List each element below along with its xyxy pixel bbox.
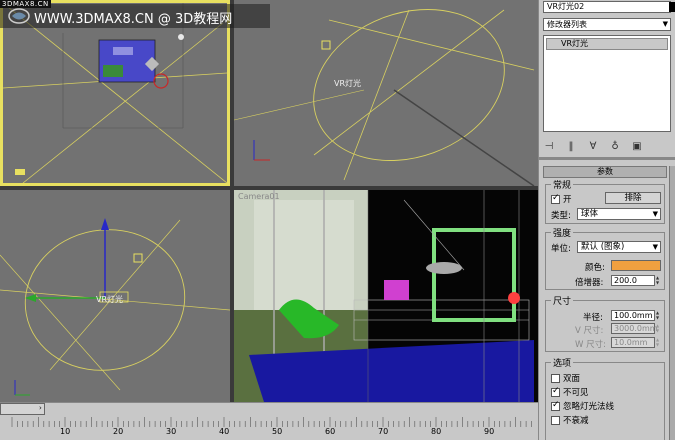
stack-item-vrlight[interactable]: VR灯光 — [546, 38, 668, 50]
color-label: 颜色: — [585, 263, 605, 273]
multiplier-spinner[interactable]: 200.0 — [611, 275, 655, 286]
option-double-sided[interactable]: 双面 — [551, 372, 580, 384]
camera-viewport-label: Camera01 — [238, 192, 280, 201]
panel-divider — [539, 157, 675, 160]
front-light-label: VR灯光 — [334, 79, 362, 88]
units-value: 默认 (图象) — [581, 242, 625, 252]
chevron-down-icon: ▼ — [652, 243, 658, 251]
timeline: › 10 20 30 40 50 60 70 80 90 — [0, 402, 538, 440]
time-slider-next-icon[interactable]: › — [39, 404, 42, 412]
ruler-tick-label: 60 — [325, 427, 336, 436]
rollout-scrollbar[interactable] — [669, 166, 675, 440]
ruler-tick-label: 20 — [113, 427, 124, 436]
modifier-list-dropdown[interactable]: 修改器列表 ▼ — [543, 18, 671, 31]
ignore-light-normals-checkbox[interactable] — [551, 400, 560, 411]
ruler-tick-label: 40 — [219, 427, 230, 436]
top-viewport-scene — [3, 3, 227, 183]
option-ignore-light-normals[interactable]: 忽略灯光法线 — [551, 400, 614, 412]
watermark-text: WWW.3DMAX8.CN @ 3D教程网 — [34, 12, 233, 27]
camera-viewport-scene — [234, 190, 538, 402]
ignore-light-normals-label: 忽略灯光法线 — [563, 402, 615, 412]
track-bar-ruler[interactable] — [0, 417, 538, 440]
ruler-tick-label: 30 — [166, 427, 177, 436]
modifier-stack[interactable]: VR灯光 — [543, 35, 671, 132]
size-group-title: 尺寸 — [551, 294, 574, 307]
modifier-list-label: 修改器列表 — [547, 20, 587, 29]
pin-stack-icon[interactable]: ⊣ — [543, 141, 555, 152]
viewport-left[interactable]: VR灯光 — [0, 190, 230, 402]
type-label: 类型: — [551, 211, 571, 221]
double-sided-label: 双面 — [563, 374, 581, 384]
left-light-label: VR灯光 — [96, 295, 124, 304]
viewport-area[interactable]: VR灯光 VR灯光 Camera01 3DMAX8.CN WWW.3DMAX8.… — [0, 0, 538, 402]
u-size-label: V 尺寸: — [575, 326, 604, 336]
multiplier-label: 倍增器: — [575, 278, 604, 288]
no-decay-label: 不衰减 — [563, 416, 589, 426]
radius-label: 半径: — [583, 313, 603, 323]
chevron-down-icon: ▼ — [662, 20, 668, 28]
on-label: 开 — [563, 195, 572, 205]
spinner-arrows-icon[interactable]: ▲ ▼ — [656, 310, 661, 321]
type-value: 球体 — [581, 209, 599, 219]
double-sided-checkbox[interactable] — [551, 373, 560, 383]
u-size-spinner: 3000.0mm — [611, 323, 658, 334]
ruler-tick-label: 10 — [60, 427, 71, 436]
ruler-tick-label: 70 — [378, 427, 389, 436]
object-name-field[interactable]: VR灯光02 — [543, 1, 671, 13]
type-select[interactable]: 球体 ▼ — [577, 208, 661, 220]
front-viewport-scene — [234, 9, 535, 186]
object-color-swatch[interactable] — [669, 2, 675, 12]
spinner-arrows-icon: ▲ ▼ — [656, 337, 660, 347]
viewport-camera[interactable]: Camera01 — [234, 190, 538, 402]
configure-sets-icon[interactable]: ▣ — [631, 141, 643, 152]
option-no-decay[interactable]: 不衰减 — [551, 414, 589, 426]
make-unique-icon[interactable]: ∀ — [587, 141, 599, 152]
ruler-tick-label: 80 — [431, 427, 442, 436]
on-checkbox[interactable] — [551, 193, 560, 204]
option-invisible[interactable]: 不可见 — [551, 386, 589, 398]
no-decay-checkbox[interactable] — [551, 415, 560, 425]
general-group-title: 常规 — [551, 178, 574, 191]
invisible-label: 不可见 — [563, 388, 589, 398]
radius-spinner[interactable]: 100.0mm — [611, 310, 655, 321]
light-color-swatch[interactable] — [611, 260, 661, 271]
spinner-arrows-icon[interactable]: ▲ ▼ — [656, 275, 661, 286]
watermark: 3DMAX8.CN WWW.3DMAX8.CN @ 3D教程网 — [0, 0, 270, 28]
command-panel: VR灯光02 修改器列表 ▼ VR灯光 ⊣ ‖ ∀ ♁ ▣ 参数 常规 开 排除… — [538, 0, 675, 440]
viewport-front[interactable]: VR灯光 — [234, 0, 538, 186]
w-size-label: W 尺寸: — [575, 340, 606, 350]
spinner-arrows-icon: ▲ ▼ — [656, 323, 660, 333]
remove-modifier-icon[interactable]: ♁ — [609, 141, 621, 152]
exclude-button[interactable]: 排除 — [605, 192, 661, 204]
ruler-tick-label: 90 — [484, 427, 495, 436]
chevron-down-icon: ▼ — [652, 210, 658, 218]
w-size-spinner: 10.0mm — [611, 337, 655, 348]
watermark-logo-icon — [8, 8, 30, 24]
invisible-checkbox[interactable] — [551, 386, 560, 397]
ruler-tick-label: 50 — [272, 427, 283, 436]
on-checkbox-row[interactable]: 开 — [551, 193, 572, 205]
units-select[interactable]: 默认 (图象) ▼ — [577, 241, 661, 253]
stack-toolbar: ⊣ ‖ ∀ ♁ ▣ — [543, 139, 671, 153]
options-group-title: 选项 — [551, 356, 574, 369]
intensity-group-title: 强度 — [551, 226, 574, 239]
parameters-rollout-header[interactable]: 参数 — [543, 166, 667, 178]
show-end-result-icon[interactable]: ‖ — [565, 141, 577, 152]
units-label: 单位: — [551, 244, 571, 254]
